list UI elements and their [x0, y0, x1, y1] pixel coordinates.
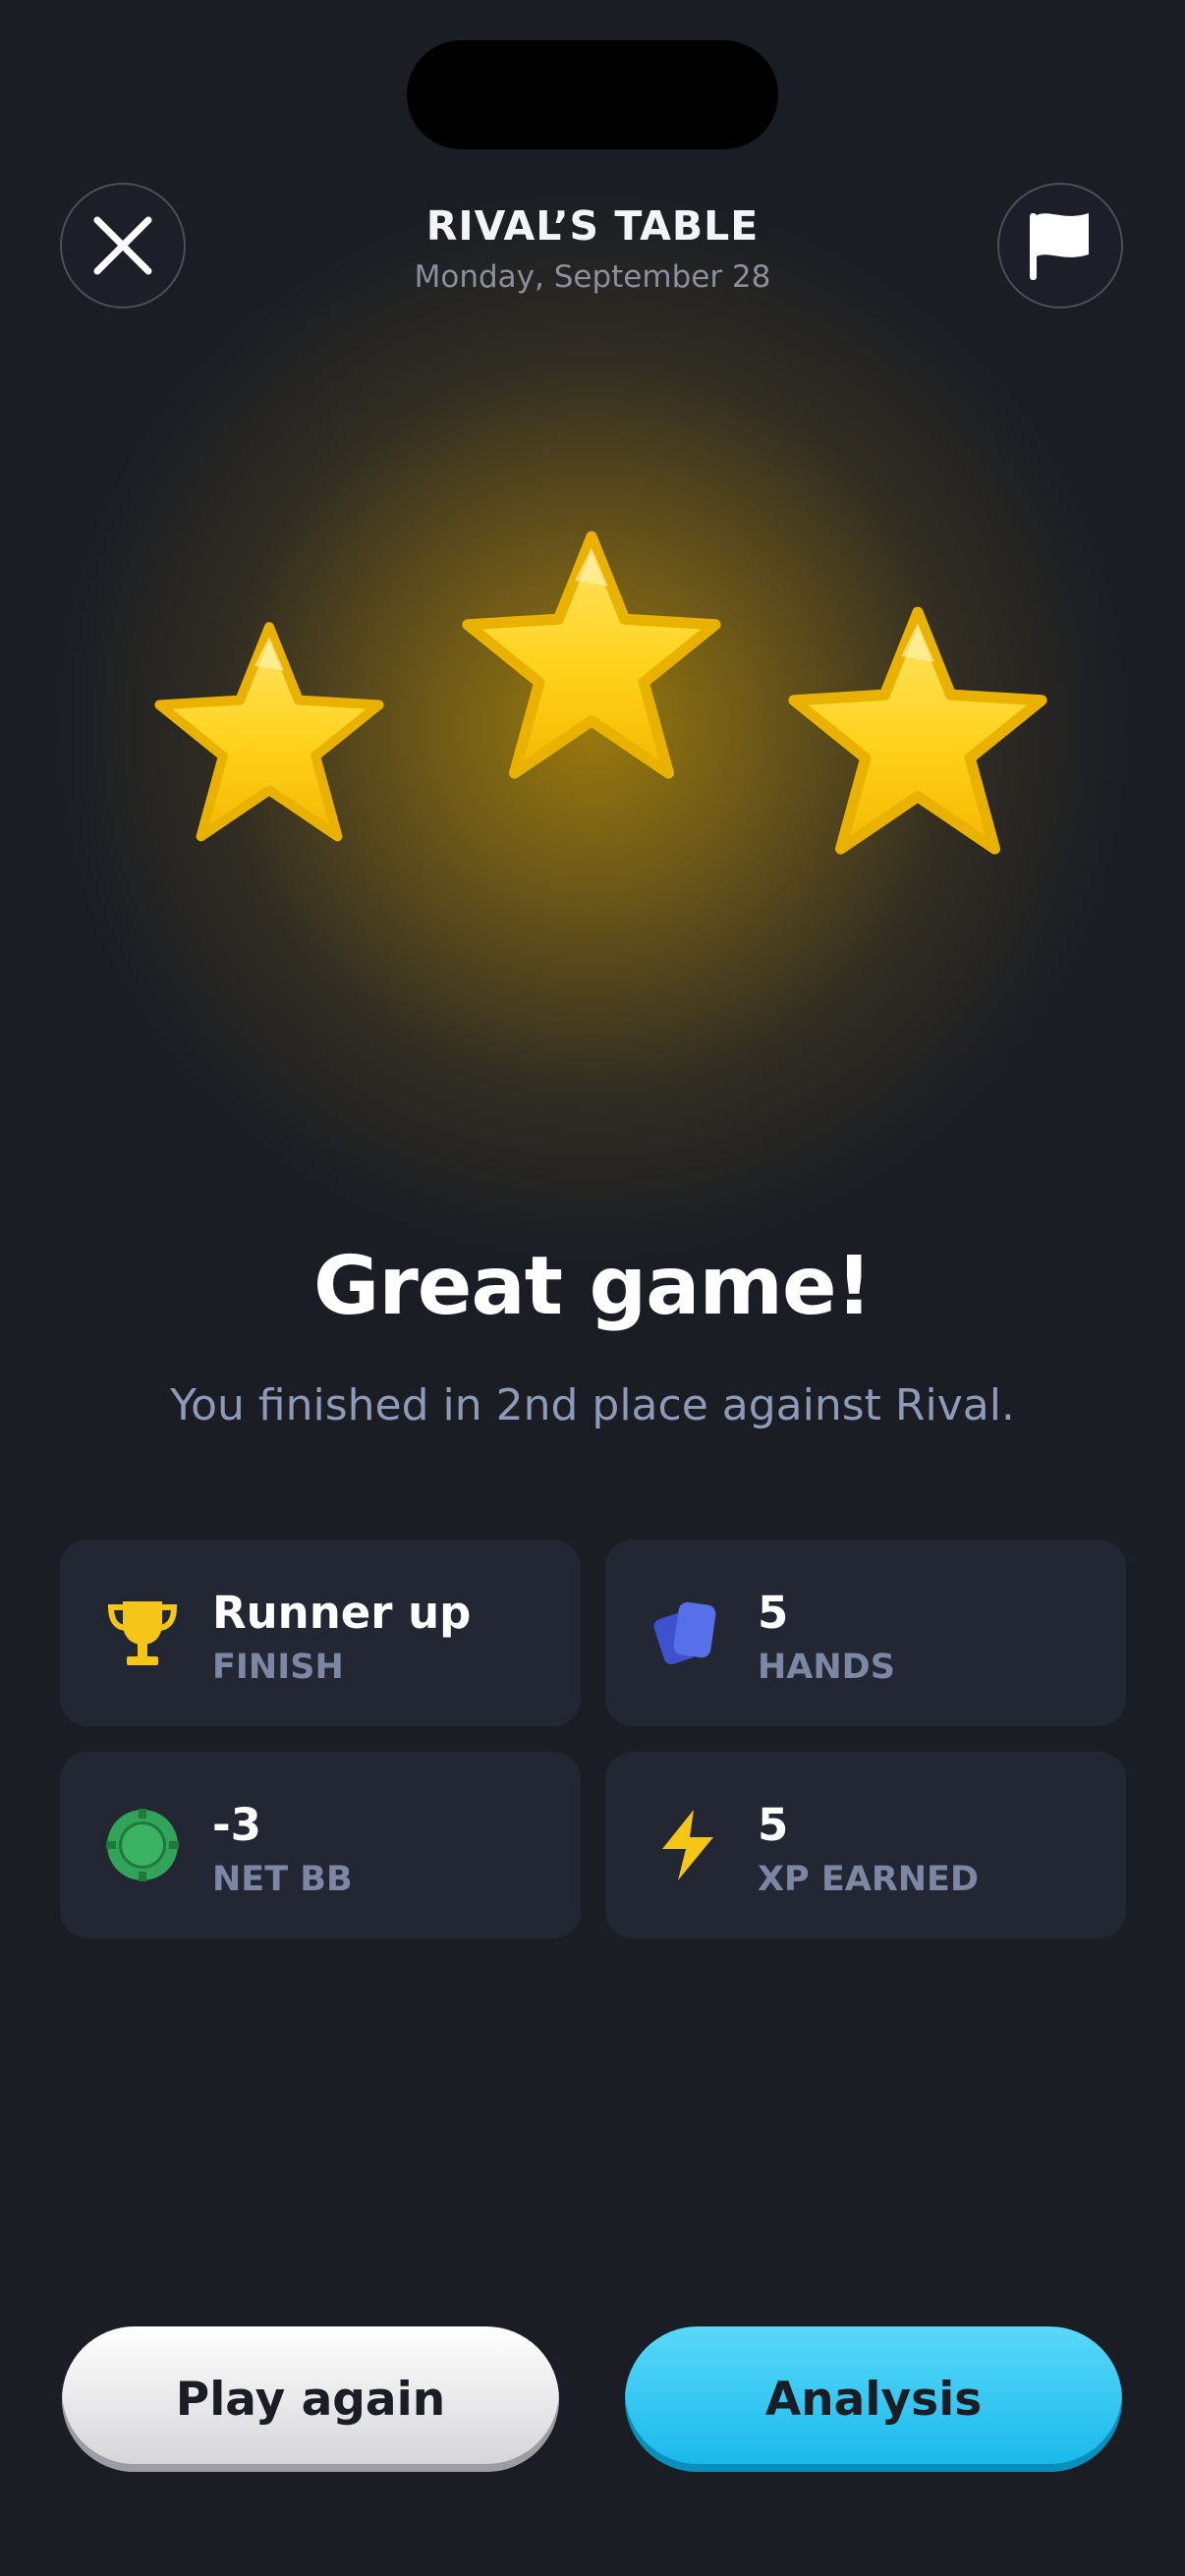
result-headline: Great game! [313, 1240, 873, 1333]
star-icon-2 [462, 531, 721, 779]
play-again-button[interactable]: Play again [62, 2326, 559, 2472]
star-icon-3 [788, 606, 1047, 855]
stat-card-hands: 5 HANDS [605, 1540, 1126, 1726]
stat-card-xp: 5 XP EARNED [605, 1752, 1126, 1938]
stat-label-hands: HANDS [758, 1648, 895, 1687]
result-message: You finished in 2nd place against Rival. [170, 1380, 1015, 1430]
trophy-icon [107, 1601, 178, 1665]
stat-value-xp: 5 [758, 1799, 789, 1851]
stat-card-net-bb: -3 NET BB [60, 1752, 581, 1938]
flag-icon [1030, 213, 1089, 280]
stat-value-hands: 5 [758, 1587, 789, 1639]
lightning-icon [662, 1810, 713, 1880]
stat-value-net-bb: -3 [212, 1799, 261, 1851]
stat-label-net-bb: NET BB [212, 1860, 353, 1899]
stat-label-finish: FINISH [212, 1648, 344, 1687]
poker-chip-icon [106, 1809, 179, 1881]
star-icon-1 [154, 622, 384, 842]
stat-label-xp: XP EARNED [758, 1860, 980, 1899]
cards-icon [653, 1601, 716, 1664]
analysis-button[interactable]: Analysis [625, 2326, 1122, 2472]
dynamic-island [407, 40, 778, 149]
stat-value-finish: Runner up [212, 1587, 472, 1639]
report-flag-button[interactable] [997, 183, 1123, 308]
stat-card-finish: Runner up FINISH [60, 1540, 581, 1726]
